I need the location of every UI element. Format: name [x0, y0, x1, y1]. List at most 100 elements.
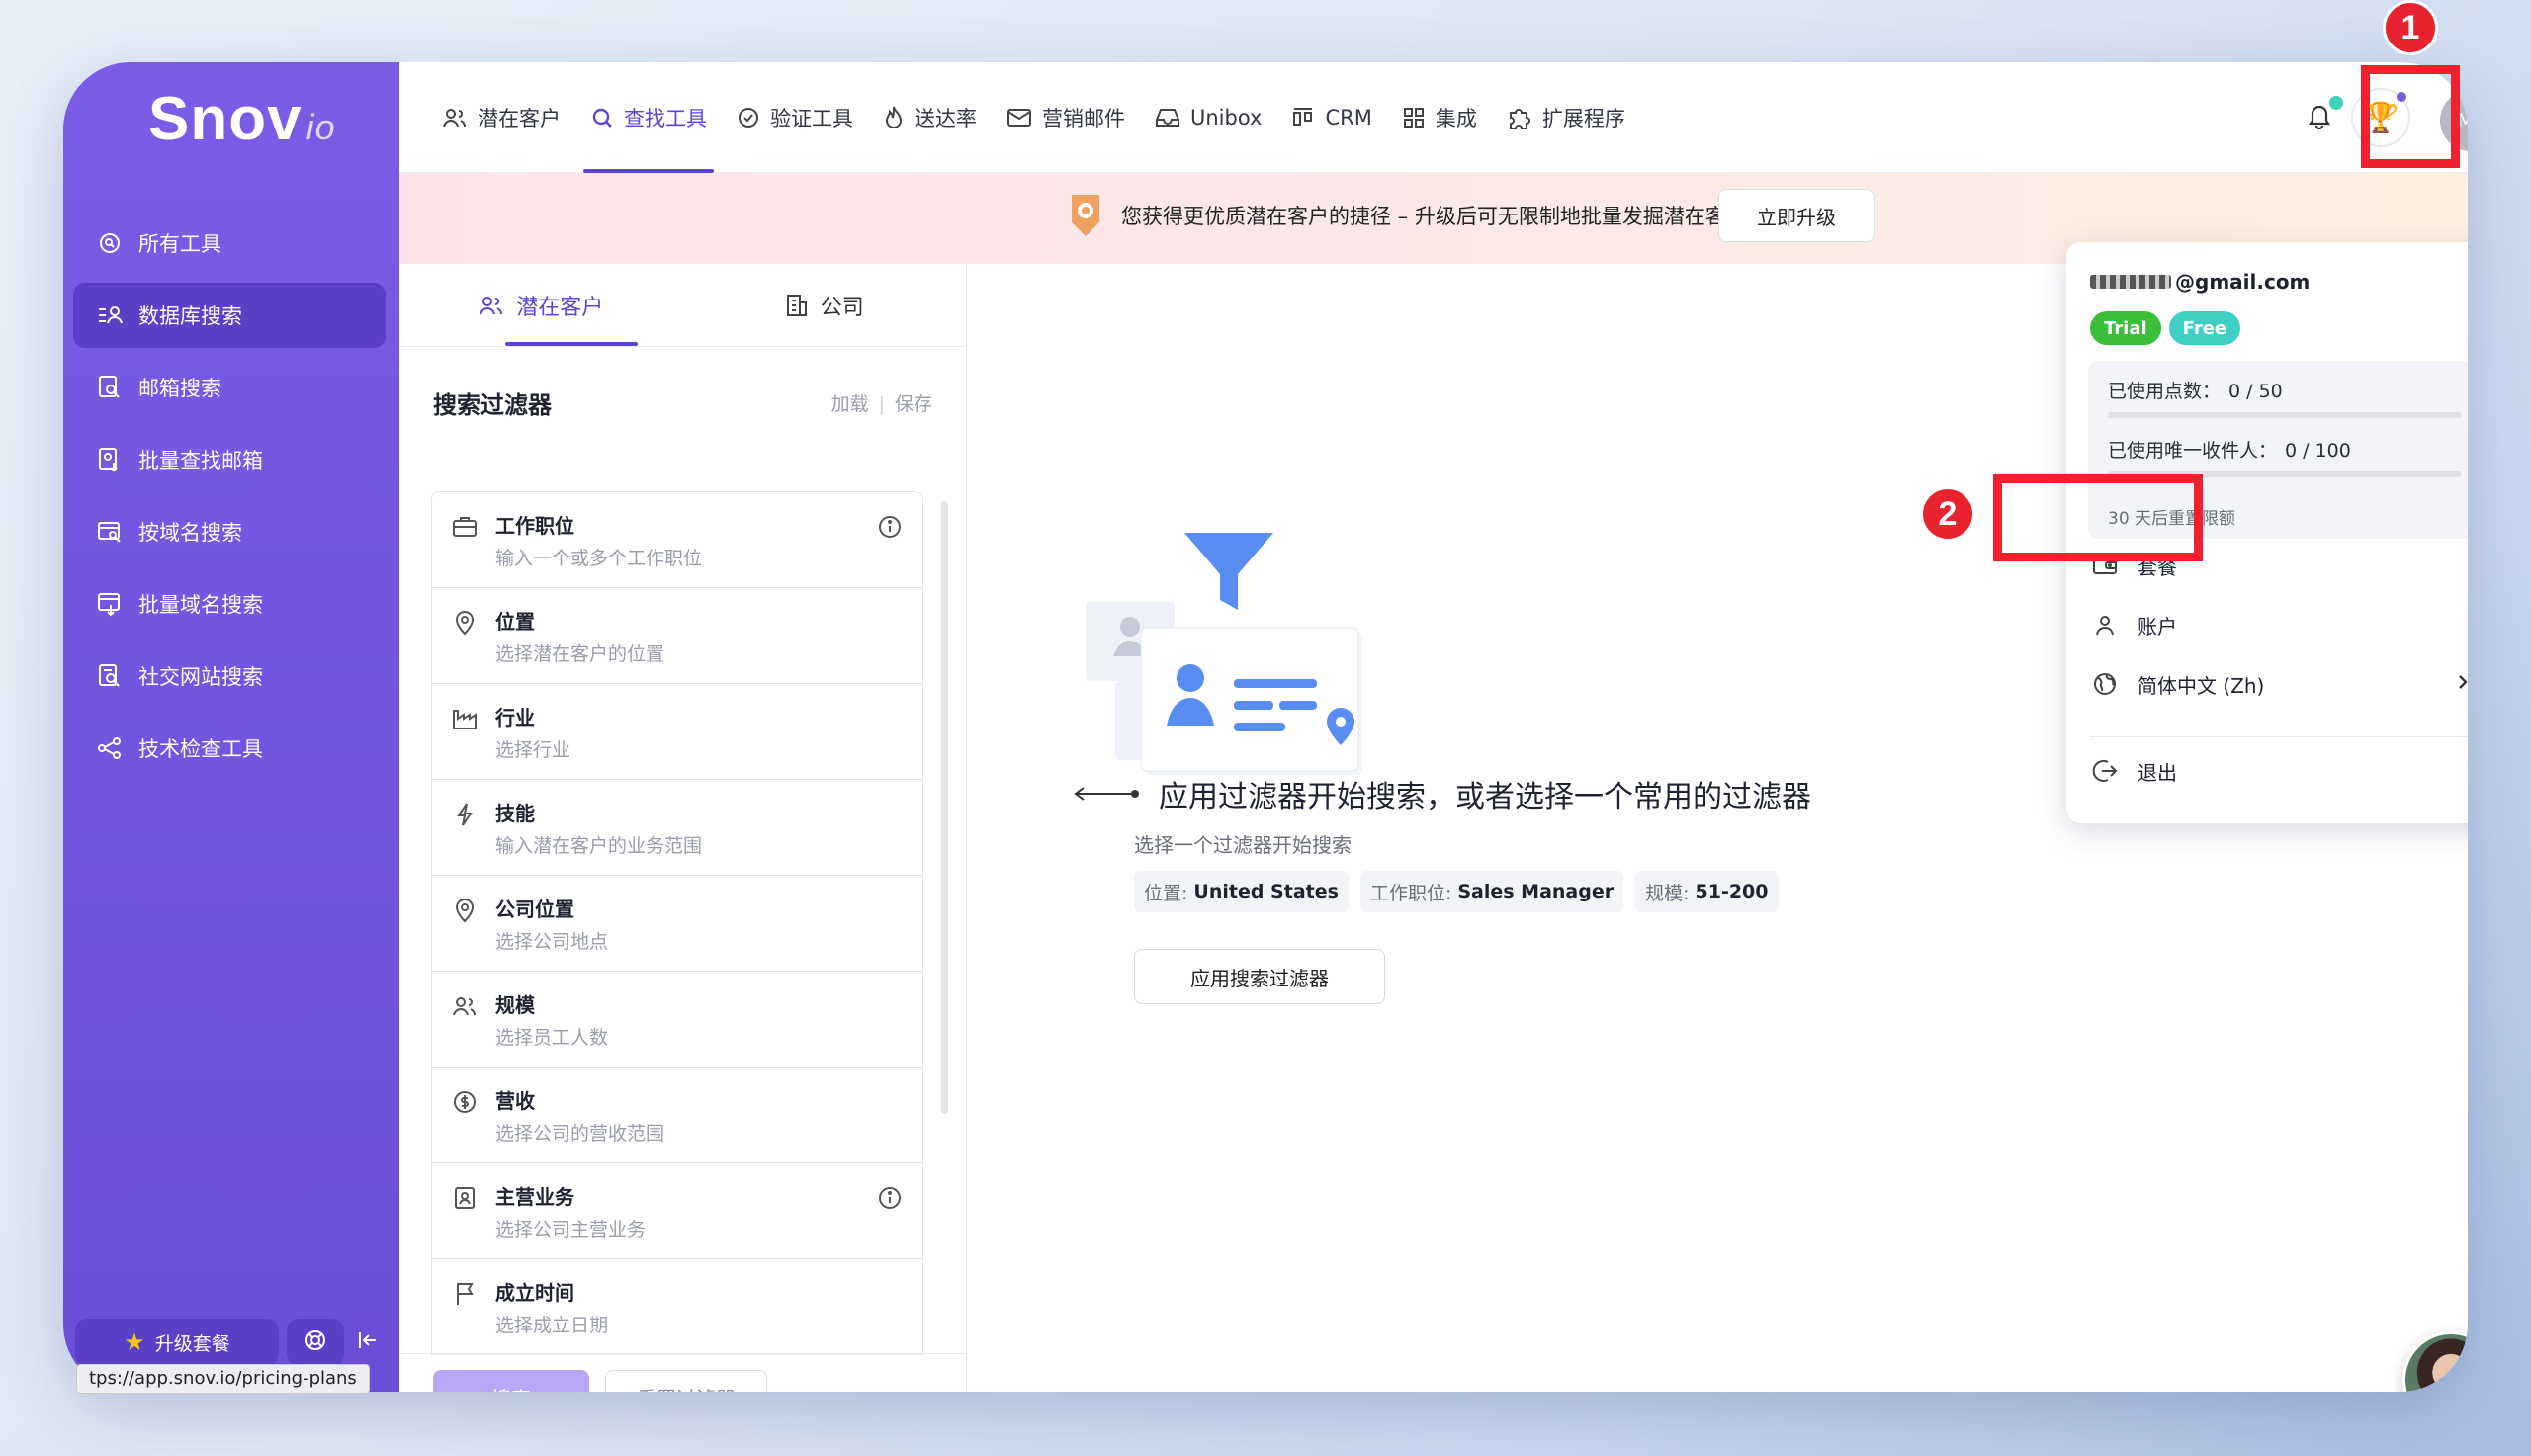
top-nav: 潜在客户 查找工具 验证工具 送达率 营销邮件 Unibox CRM 集成 扩展… — [399, 62, 1640, 173]
filter-scrollbar[interactable] — [941, 501, 948, 1114]
flag-icon — [450, 1279, 480, 1309]
filter-location[interactable]: 位置 选择潜在客户的位置 — [432, 588, 922, 684]
tab-prospects[interactable]: 潜在客户 — [399, 264, 683, 346]
filter-skills[interactable]: 技能 输入潜在客户的业务范围 — [432, 780, 922, 876]
filter-tabs: 潜在客户 公司 — [399, 264, 966, 347]
inbox-icon — [1155, 107, 1180, 128]
collapse-sidebar-button[interactable] — [348, 1319, 388, 1366]
sidebar-nav: 所有工具 数据库搜索 邮箱搜索 批量查找邮箱 按域名搜索 批量域名搜索 社交网站… — [73, 211, 386, 788]
filter-label: 主营业务 — [495, 1185, 574, 1209]
chip-value: 51-200 — [1695, 881, 1769, 902]
check-circle-icon — [737, 106, 760, 129]
info-icon[interactable] — [877, 514, 903, 544]
nav-unibox[interactable]: Unibox — [1140, 62, 1276, 173]
nav-email-campaigns[interactable]: 营销邮件 — [992, 62, 1140, 173]
grid-search-icon — [95, 228, 125, 258]
recipients-used: 已使用唯一收件人： 0 / 100 — [2108, 440, 2351, 462]
menu-item-language[interactable]: 简体中文 (Zh) — [2090, 659, 2468, 709]
team-icon — [450, 991, 480, 1021]
step-2-badge: 2 — [1920, 486, 1975, 542]
notifications-button[interactable] — [2300, 96, 2343, 137]
nav-label: CRM — [1325, 106, 1372, 129]
search-button[interactable]: 搜索 — [433, 1370, 589, 1392]
tab-companies[interactable]: 公司 — [683, 264, 967, 346]
flame-icon — [883, 105, 905, 130]
menu-item-account[interactable]: 账户 — [2090, 600, 2468, 649]
menu-divider — [2090, 736, 2468, 737]
sidebar-item-bulk-domain[interactable]: 批量域名搜索 — [73, 571, 386, 637]
puzzle-icon — [1507, 105, 1532, 130]
filter-label: 规模 — [495, 993, 535, 1017]
sidebar-item-label: 批量域名搜索 — [138, 593, 263, 617]
chip-value: United States — [1193, 881, 1339, 902]
nav-extensions[interactable]: 扩展程序 — [1492, 62, 1640, 173]
users-icon — [479, 294, 504, 317]
menu-item-logout[interactable]: 退出 — [2090, 746, 2468, 796]
sidebar-item-database-search[interactable]: 数据库搜索 — [73, 283, 386, 348]
sidebar-item-label: 批量查找邮箱 — [138, 449, 263, 472]
filter-main-business[interactable]: 主营业务 选择公司主营业务 — [432, 1163, 922, 1259]
filter-industry[interactable]: 行业 选择行业 — [432, 684, 922, 780]
filter-placeholder: 选择公司的营收范围 — [495, 1123, 665, 1145]
chip-key: 规模: — [1645, 882, 1690, 904]
nav-label: 潜在客户 — [478, 107, 561, 130]
empty-state-title: 应用过滤器开始搜索，或者选择一个常用的过滤器 — [1072, 772, 1811, 815]
filter-company-location[interactable]: 公司位置 选择公司地点 — [432, 876, 922, 972]
upgrade-plan-button[interactable]: ★ 升级套餐 — [75, 1319, 279, 1366]
notification-dot — [2329, 96, 2343, 110]
database-search-icon — [95, 300, 125, 330]
nav-verify-tools[interactable]: 验证工具 — [722, 62, 868, 173]
nav-integrations[interactable]: 集成 — [1387, 62, 1492, 173]
location-pin-icon — [450, 608, 480, 638]
sidebar-item-label: 数据库搜索 — [138, 304, 242, 328]
apply-search-filters-button[interactable]: 应用搜索过滤器 — [1134, 949, 1385, 1004]
sidebar-footer: ★ 升级套餐 — [75, 1318, 388, 1367]
snovio-logo[interactable]: Snov io — [148, 84, 336, 173]
sidebar-item-all-tools[interactable]: 所有工具 — [73, 211, 386, 276]
menu-item-label: 退出 — [2138, 760, 2177, 785]
sidebar-item-bulk-email[interactable]: 批量查找邮箱 — [73, 427, 386, 492]
globe-icon — [2090, 671, 2120, 697]
filter-founded[interactable]: 成立时间 选择成立日期 — [432, 1259, 922, 1355]
help-center-button[interactable] — [287, 1319, 344, 1366]
load-filter-link[interactable]: 加载 — [831, 393, 869, 415]
users-icon — [442, 106, 468, 129]
collapse-left-icon — [356, 1328, 380, 1356]
nav-find-tools[interactable]: 查找工具 — [575, 62, 722, 173]
nav-label: 扩展程序 — [1541, 107, 1625, 130]
nav-prospects[interactable]: 潜在客户 — [427, 62, 575, 173]
filter-list: 工作职位 输入一个或多个工作职位 位置 选择潜在客户的位置 行业 选择行业 技能… — [431, 491, 923, 1355]
arrow-left-icon — [1074, 787, 1139, 801]
credits-used: 已使用点数： 0 / 50 — [2108, 381, 2283, 402]
support-chat-avatar[interactable] — [2402, 1331, 2468, 1392]
filter-chip-job-title[interactable]: 工作职位: Sales Manager — [1359, 871, 1624, 912]
filter-placeholder: 选择潜在客户的位置 — [495, 643, 665, 665]
filter-size[interactable]: 规模 选择员工人数 — [432, 972, 922, 1068]
empty-title-text: 应用过滤器开始搜索，或者选择一个常用的过滤器 — [1159, 780, 1811, 814]
filter-job-title[interactable]: 工作职位 输入一个或多个工作职位 — [432, 492, 922, 588]
upgrade-now-button[interactable]: 立即升级 — [1718, 189, 1875, 242]
info-icon[interactable] — [877, 1185, 903, 1215]
filter-revenue[interactable]: 营收 选择公司的营收范围 — [432, 1068, 922, 1163]
save-filter-link[interactable]: 保存 — [895, 393, 932, 415]
filter-chip-location[interactable]: 位置: United States — [1134, 871, 1349, 912]
filter-label: 工作职位 — [495, 514, 574, 538]
briefcase-icon — [450, 512, 480, 542]
reset-filters-button[interactable]: 重置过滤器 — [605, 1370, 767, 1392]
nav-deliverability[interactable]: 送达率 — [868, 62, 992, 173]
sidebar-item-email-search[interactable]: 邮箱搜索 — [73, 355, 386, 420]
factory-icon — [450, 704, 480, 733]
filter-chip-size[interactable]: 规模: 51-200 — [1635, 871, 1779, 912]
chevron-right-icon — [2456, 672, 2468, 696]
profile-card-icon — [450, 1183, 480, 1213]
bolt-icon — [450, 800, 480, 829]
tech-check-icon — [95, 733, 125, 763]
sidebar-item-domain-search[interactable]: 按域名搜索 — [73, 499, 386, 564]
filter-footer: 搜索 重置过滤器 — [399, 1353, 967, 1392]
popular-filters: 位置: United States 工作职位: Sales Manager 规模: 5… — [1134, 871, 1790, 912]
mail-icon — [1006, 107, 1032, 128]
sidebar-item-label: 所有工具 — [138, 232, 221, 256]
nav-crm[interactable]: CRM — [1276, 62, 1386, 173]
sidebar-item-tech-check[interactable]: 技术检查工具 — [73, 716, 386, 781]
sidebar-item-social-search[interactable]: 社交网站搜索 — [73, 643, 386, 709]
